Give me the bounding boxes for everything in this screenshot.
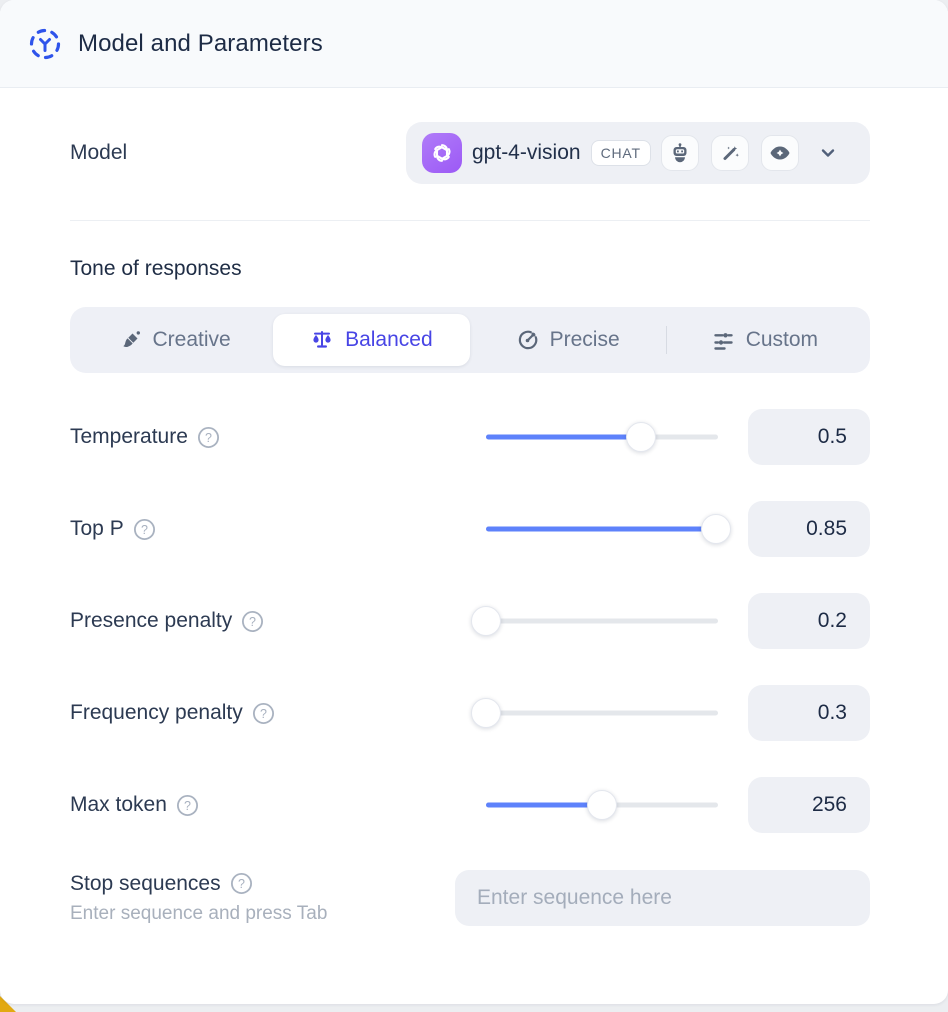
panel-header: Model and Parameters bbox=[0, 0, 948, 88]
slider-handle[interactable] bbox=[701, 514, 731, 544]
model-parameters-icon bbox=[28, 27, 62, 61]
robot-icon bbox=[661, 135, 699, 171]
model-name: gpt-4-vision bbox=[472, 141, 581, 165]
tab-label: Precise bbox=[550, 328, 620, 352]
balance-scale-icon bbox=[310, 328, 334, 352]
param-row-max-token: Max token ? 256 bbox=[70, 777, 870, 833]
model-select[interactable]: gpt-4-vision CHAT bbox=[406, 122, 870, 184]
slider-fill bbox=[486, 435, 641, 440]
slider-handle[interactable] bbox=[471, 698, 501, 728]
max-token-value[interactable]: 256 bbox=[748, 777, 870, 833]
param-row-presence-penalty: Presence penalty ? 0.2 bbox=[70, 593, 870, 649]
section-divider bbox=[70, 220, 870, 221]
tab-label: Creative bbox=[153, 328, 231, 352]
param-label: Frequency penalty bbox=[70, 701, 243, 725]
tab-balanced[interactable]: Balanced bbox=[273, 314, 469, 366]
frequency-penalty-value[interactable]: 0.3 bbox=[748, 685, 870, 741]
stop-sequences-label: Stop sequences bbox=[70, 872, 221, 896]
magic-wand-icon bbox=[711, 135, 749, 171]
tone-tab-bar: Creative Balanced bbox=[70, 307, 870, 373]
slider-handle[interactable] bbox=[587, 790, 617, 820]
param-row-top-p: Top P ? 0.85 bbox=[70, 501, 870, 557]
temperature-value[interactable]: 0.5 bbox=[748, 409, 870, 465]
presence-penalty-value[interactable]: 0.2 bbox=[748, 593, 870, 649]
slider-track bbox=[486, 711, 718, 716]
svg-text:?: ? bbox=[141, 523, 148, 537]
slider-handle[interactable] bbox=[626, 422, 656, 452]
help-icon[interactable]: ? bbox=[241, 610, 264, 633]
top-p-slider[interactable] bbox=[486, 514, 718, 544]
temperature-slider[interactable] bbox=[486, 422, 718, 452]
chevron-down-icon bbox=[817, 142, 839, 164]
tab-label: Balanced bbox=[345, 328, 433, 352]
tab-creative[interactable]: Creative bbox=[77, 314, 273, 366]
svg-text:?: ? bbox=[238, 877, 245, 891]
svg-text:?: ? bbox=[260, 707, 267, 721]
page-title: Model and Parameters bbox=[78, 30, 323, 58]
model-row: Model gpt-4-vision CH bbox=[70, 122, 870, 184]
target-arrow-icon bbox=[516, 329, 539, 352]
vision-eye-icon bbox=[761, 135, 799, 171]
help-icon[interactable]: ? bbox=[133, 518, 156, 541]
max-token-slider[interactable] bbox=[486, 790, 718, 820]
tab-precise[interactable]: Precise bbox=[470, 314, 666, 366]
model-and-parameters-panel: Model and Parameters Model bbox=[0, 0, 948, 1004]
param-row-frequency-penalty: Frequency penalty ? 0.3 bbox=[70, 685, 870, 741]
stop-sequence-input[interactable] bbox=[455, 870, 870, 926]
paintbrush-icon bbox=[120, 329, 142, 351]
stop-sequences-hint: Enter sequence and press Tab bbox=[70, 903, 455, 925]
sliders-icon bbox=[712, 329, 735, 352]
slider-fill bbox=[486, 527, 716, 532]
presence-penalty-slider[interactable] bbox=[486, 606, 718, 636]
stop-sequences-row: Stop sequences ? Enter sequence and pres… bbox=[70, 870, 870, 926]
help-icon[interactable]: ? bbox=[230, 872, 253, 895]
openai-logo-icon bbox=[422, 133, 462, 173]
param-label: Top P bbox=[70, 517, 124, 541]
help-icon[interactable]: ? bbox=[176, 794, 199, 817]
frequency-penalty-slider[interactable] bbox=[486, 698, 718, 728]
model-type-badge: CHAT bbox=[591, 140, 651, 166]
param-label: Max token bbox=[70, 793, 167, 817]
help-icon[interactable]: ? bbox=[197, 426, 220, 449]
tab-custom[interactable]: Custom bbox=[667, 314, 863, 366]
param-row-temperature: Temperature ? 0.5 bbox=[70, 409, 870, 465]
tab-label: Custom bbox=[746, 328, 818, 352]
svg-text:?: ? bbox=[184, 799, 191, 813]
slider-fill bbox=[486, 803, 602, 808]
param-label: Temperature bbox=[70, 425, 188, 449]
top-p-value[interactable]: 0.85 bbox=[748, 501, 870, 557]
help-icon[interactable]: ? bbox=[252, 702, 275, 725]
svg-text:?: ? bbox=[249, 615, 256, 629]
tone-section-title: Tone of responses bbox=[70, 257, 870, 281]
model-label: Model bbox=[70, 141, 127, 165]
slider-handle[interactable] bbox=[471, 606, 501, 636]
slider-track bbox=[486, 619, 718, 624]
svg-text:?: ? bbox=[205, 431, 212, 445]
param-label: Presence penalty bbox=[70, 609, 232, 633]
